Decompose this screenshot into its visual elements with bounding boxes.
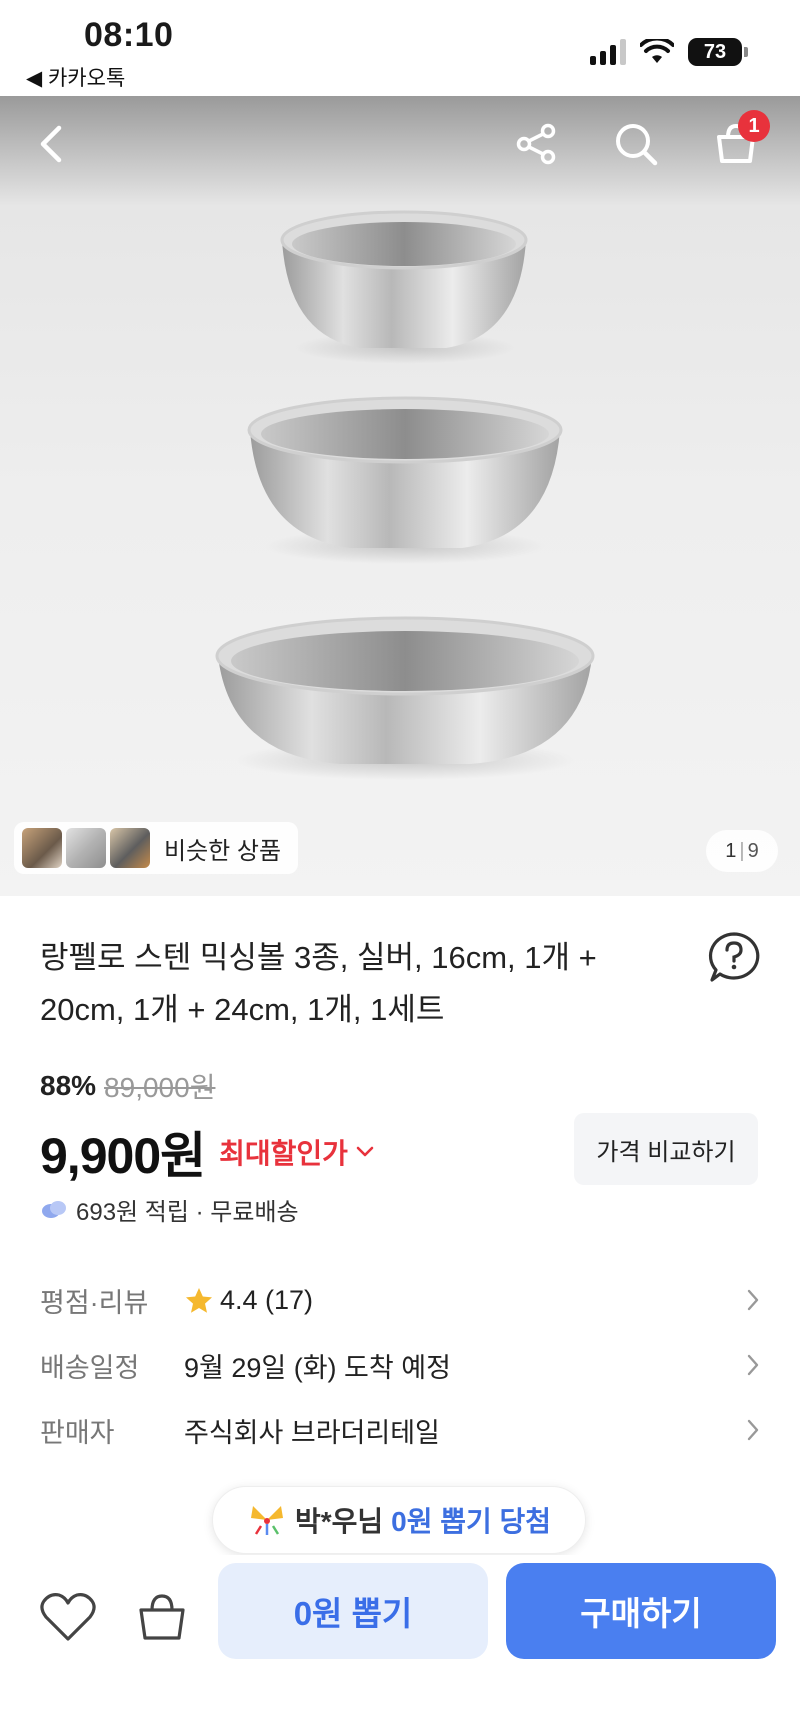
chevron-right-icon [747, 1289, 759, 1311]
info-label: 판매자 [40, 1418, 115, 1448]
star-icon [186, 1287, 212, 1313]
rating-review-row[interactable]: 평점·리뷰 4.4 (17) [40, 1268, 760, 1333]
similar-products-label: 비슷한 상품 [164, 837, 282, 865]
price-row: 9,900원 최대할인가 [40, 1116, 374, 1188]
chevron-down-icon [356, 1146, 374, 1157]
info-rows: 평점·리뷰 4.4 (17) 배송일정 9월 29일 (화) 도착 예정 판매자… [40, 1268, 760, 1463]
add-to-cart-button[interactable] [130, 1585, 194, 1649]
similar-thumb [110, 828, 150, 868]
reward-point-icon [42, 1200, 66, 1218]
rating-text: 4.4 (17) [220, 1285, 314, 1315]
status-time: 08:10 [84, 16, 174, 54]
wifi-icon [640, 39, 674, 63]
delivery-schedule-row[interactable]: 배송일정 9월 29일 (화) 도착 예정 [40, 1333, 760, 1398]
similar-thumb [22, 828, 62, 868]
compare-price-button[interactable]: 가격 비교하기 [574, 1113, 758, 1185]
confetti-icon [250, 1506, 283, 1535]
image-page-indicator: 1 | 9 [706, 830, 778, 872]
wishlist-button[interactable] [36, 1585, 100, 1649]
status-bar: 08:10 ◀ 카카오톡 73 [0, 0, 800, 96]
zero-won-draw-button[interactable]: 0원 뽑기 [218, 1563, 488, 1659]
similar-thumb [66, 828, 106, 868]
discount-row: 88% 89,000원 [40, 1066, 215, 1106]
cart-count-badge: 1 [738, 110, 770, 142]
seller-row[interactable]: 판매자 주식회사 브라더리테일 [40, 1398, 760, 1463]
help-chat-icon[interactable] [706, 930, 762, 986]
heart-icon [40, 1593, 96, 1641]
page-total: 9 [747, 839, 759, 862]
top-nav: 1 [0, 96, 800, 188]
winner-toast: 박*우님 0원 뽑기 당첨 [212, 1486, 586, 1554]
max-discount-dropdown[interactable]: 최대할인가 [219, 1132, 374, 1172]
battery-level: 73 [688, 38, 742, 66]
battery-icon: 73 [688, 38, 748, 66]
back-icon[interactable] [24, 116, 80, 172]
info-label: 배송일정 [40, 1353, 140, 1383]
winner-name: 박*우님 [294, 1506, 384, 1537]
page-current: 1 [725, 839, 737, 862]
reward-text: 693원 적립 · 무료배송 [76, 1199, 299, 1226]
buy-now-button[interactable]: 구매하기 [506, 1563, 776, 1659]
status-icons: 73 [590, 38, 748, 66]
cart-icon[interactable]: 1 [708, 110, 770, 172]
chevron-right-icon [747, 1419, 759, 1441]
sale-price: 9,900원 [40, 1128, 206, 1184]
search-icon[interactable] [608, 116, 664, 172]
winner-message: 0원 뽑기 당첨 [391, 1506, 552, 1537]
cart-icon [139, 1594, 185, 1640]
product-image-carousel[interactable]: 1 비슷한 상품 1 | 9 [0, 96, 800, 896]
seller-name: 주식회사 브라더리테일 [184, 1418, 440, 1448]
chevron-right-icon [747, 1354, 759, 1376]
delivery-date: 9월 29일 (화) 도착 예정 [184, 1353, 451, 1383]
bottom-action-bar: 0원 뽑기 구매하기 [0, 1555, 800, 1731]
info-label: 평점·리뷰 [40, 1288, 149, 1318]
signal-icon [590, 39, 626, 65]
product-photo [215, 210, 595, 780]
max-discount-label: 최대할인가 [219, 1138, 348, 1169]
reward-row: 693원 적립 · 무료배송 [40, 1192, 299, 1227]
original-price: 89,000원 [104, 1072, 216, 1103]
product-title: 랑펠로 스텐 믹싱볼 3종, 실버, 16cm, 1개 + 20cm, 1개 +… [40, 940, 597, 1027]
similar-products-button[interactable]: 비슷한 상품 [14, 822, 298, 874]
info-value: 4.4 (17) [184, 1285, 313, 1316]
discount-percent: 88% [40, 1070, 97, 1101]
back-to-app-link[interactable]: ◀ 카카오톡 [26, 62, 125, 92]
share-icon[interactable] [508, 116, 564, 172]
